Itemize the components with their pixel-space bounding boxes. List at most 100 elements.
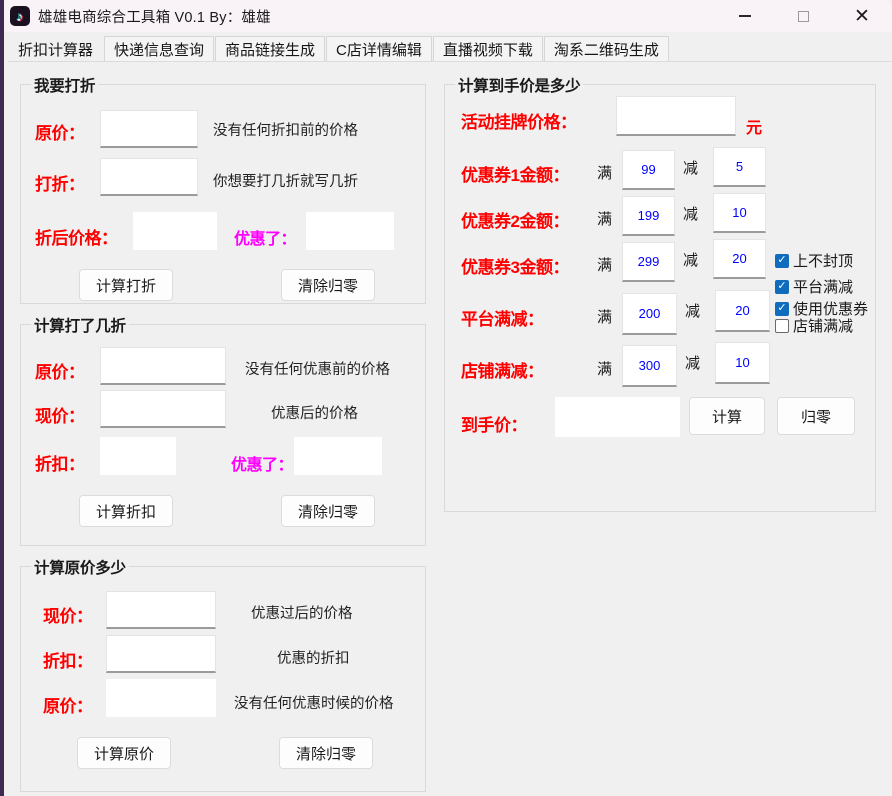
coupon3-full-word: 满: [597, 257, 613, 274]
discount-original-price-input[interactable]: [100, 110, 198, 148]
platform-promo-checkbox[interactable]: ✓ 平台满减: [775, 276, 853, 297]
coupon2-label: 优惠券2金额：: [461, 212, 569, 231]
howmuch-current-price-hint: 优惠后的价格: [271, 406, 358, 422]
shop-promo-label-cb: 店铺满减: [793, 318, 854, 335]
checkbox-box-checked: ✓: [775, 301, 789, 316]
group-discount: 我要打折 原价： 没有任何折扣前的价格 打折： 你想要打几折就写几折 折后价格：…: [20, 74, 426, 304]
no-cap-label: 上不封顶: [793, 253, 854, 270]
howmuch-original-price-hint: 没有任何优惠前的价格: [245, 362, 390, 378]
tab-discount-calculator[interactable]: 折扣计算器: [8, 36, 104, 62]
coupon2-threshold-input[interactable]: 199: [622, 196, 675, 236]
platform-full-word: 满: [597, 309, 613, 326]
tab-live-video-download[interactable]: 直播视频下载: [432, 36, 543, 62]
platform-threshold-input[interactable]: 200: [622, 293, 677, 335]
calculate-original-button[interactable]: 计算原价: [77, 737, 171, 769]
music-note-icon: ♪: [10, 6, 30, 26]
checkbox-box-checked: ✓: [775, 253, 789, 268]
platform-amount-input[interactable]: 20: [715, 290, 770, 332]
window-title: 雄雄电商综合工具箱 V0.1 By：雄雄: [38, 9, 271, 26]
no-cap-checkbox[interactable]: ✓ 上不封顶: [775, 250, 853, 271]
close-button[interactable]: ✕: [832, 0, 892, 32]
shop-promo-checkbox[interactable]: 店铺满减: [775, 315, 853, 336]
group-original-price-legend: 计算原价多少: [31, 556, 129, 578]
group-final-price-legend: 计算到手价是多少: [455, 74, 583, 96]
coupon2-amount-input[interactable]: 10: [713, 193, 766, 233]
coupon2-minus-word: 减: [683, 206, 699, 223]
howmuch-current-price-label: 现价：: [35, 407, 85, 426]
discount-final-price-label: 折后价格：: [35, 229, 118, 248]
orig-current-price-hint: 优惠过后的价格: [251, 606, 353, 622]
list-price-unit-label: 元: [746, 120, 763, 137]
shop-amount-input[interactable]: 10: [715, 342, 770, 384]
discount-original-price-label: 原价：: [35, 124, 85, 143]
coupon1-label: 优惠券1金额：: [461, 166, 569, 185]
title-bar: ♪ 雄雄电商综合工具箱 V0.1 By：雄雄 ✕: [4, 0, 892, 32]
calculate-off-button[interactable]: 计算折扣: [79, 495, 173, 527]
howmuch-discount-label: 折扣：: [35, 455, 85, 474]
group-final-price: 计算到手价是多少 活动挂牌价格： 元 优惠券1金额： 满 99 减 5 优惠券2…: [444, 74, 876, 512]
group-original-price: 计算原价多少 现价： 优惠过后的价格 折扣： 优惠的折扣 原价： 没有任何优惠时…: [20, 556, 426, 792]
clear-original-button[interactable]: 清除归零: [279, 737, 373, 769]
orig-discount-hint: 优惠的折扣: [277, 651, 350, 667]
discount-original-price-hint: 没有任何折扣前的价格: [213, 123, 358, 139]
calculate-final-button[interactable]: 计算: [689, 397, 765, 435]
discount-rate-hint: 你想要打几折就写几折: [213, 174, 358, 190]
coupon1-threshold-input[interactable]: 99: [622, 150, 675, 190]
coupon1-minus-word: 减: [683, 160, 699, 177]
coupon3-minus-word: 减: [683, 252, 699, 269]
orig-discount-label: 折扣：: [43, 652, 93, 671]
group-howmuch-off-legend: 计算打了几折: [31, 314, 129, 336]
group-howmuch-off: 计算打了几折 原价： 没有任何优惠前的价格 现价： 优惠后的价格 折扣： 优惠了…: [20, 314, 426, 546]
coupon3-amount-input[interactable]: 20: [713, 239, 766, 279]
discount-rate-label: 打折：: [35, 175, 85, 194]
platform-minus-word: 减: [685, 303, 701, 320]
platform-promo-label-cb: 平台满减: [793, 279, 854, 296]
window-controls: ✕: [716, 0, 892, 32]
howmuch-current-price-input[interactable]: [100, 390, 226, 428]
coupon1-amount-input[interactable]: 5: [713, 147, 766, 187]
orig-discount-input[interactable]: [106, 635, 216, 673]
howmuch-original-price-input[interactable]: [100, 347, 226, 385]
howmuch-original-price-label: 原价：: [35, 363, 85, 382]
coupon3-threshold-input[interactable]: 299: [622, 242, 675, 282]
orig-original-price-label: 原价：: [43, 697, 93, 716]
howmuch-discount-output[interactable]: [100, 437, 176, 475]
list-price-input[interactable]: [616, 96, 736, 136]
calculate-discount-button[interactable]: 计算打折: [79, 269, 173, 301]
checkbox-box-unchecked: [775, 318, 789, 333]
shop-promo-label: 店铺满减：: [461, 362, 544, 381]
discount-rate-input[interactable]: [100, 158, 198, 196]
shop-full-word: 满: [597, 361, 613, 378]
discount-final-price-output[interactable]: [133, 212, 217, 250]
discount-saved-label: 优惠了：: [234, 231, 297, 248]
list-price-label: 活动挂牌价格：: [461, 113, 577, 132]
reset-final-button[interactable]: 归零: [777, 397, 855, 435]
tab-express-query[interactable]: 快递信息查询: [104, 36, 215, 62]
final-price-label: 到手价：: [461, 416, 528, 435]
orig-current-price-label: 现价：: [43, 607, 93, 626]
orig-original-price-hint: 没有任何优惠时候的价格: [234, 696, 394, 712]
tab-taobao-qrcode[interactable]: 淘系二维码生成: [543, 36, 669, 62]
discount-saved-output[interactable]: [306, 212, 394, 250]
tab-strip: 折扣计算器 快递信息查询 商品链接生成 C店详情编辑 直播视频下载 淘系二维码生…: [4, 32, 892, 62]
group-discount-legend: 我要打折: [31, 74, 99, 96]
howmuch-saved-output[interactable]: [294, 437, 382, 475]
clear-off-button[interactable]: 清除归零: [281, 495, 375, 527]
coupon2-full-word: 满: [597, 211, 613, 228]
minimize-button[interactable]: [716, 0, 774, 32]
checkbox-box-checked: ✓: [775, 279, 789, 294]
orig-current-price-input[interactable]: [106, 591, 216, 629]
discount-calculator-page: 我要打折 原价： 没有任何折扣前的价格 打折： 你想要打几折就写几折 折后价格：…: [4, 62, 892, 796]
tab-product-link[interactable]: 商品链接生成: [215, 36, 326, 62]
clear-discount-button[interactable]: 清除归零: [281, 269, 375, 301]
tab-cshop-detail-editor[interactable]: C店详情编辑: [326, 36, 432, 62]
howmuch-saved-label: 优惠了：: [231, 457, 294, 474]
maximize-button[interactable]: [774, 0, 832, 32]
orig-original-price-output[interactable]: [106, 679, 216, 717]
platform-promo-label: 平台满减：: [461, 310, 544, 329]
shop-threshold-input[interactable]: 300: [622, 345, 677, 387]
final-price-output[interactable]: [555, 397, 680, 437]
coupon3-label: 优惠券3金额：: [461, 258, 569, 277]
coupon1-full-word: 满: [597, 165, 613, 182]
shop-minus-word: 减: [685, 355, 701, 372]
